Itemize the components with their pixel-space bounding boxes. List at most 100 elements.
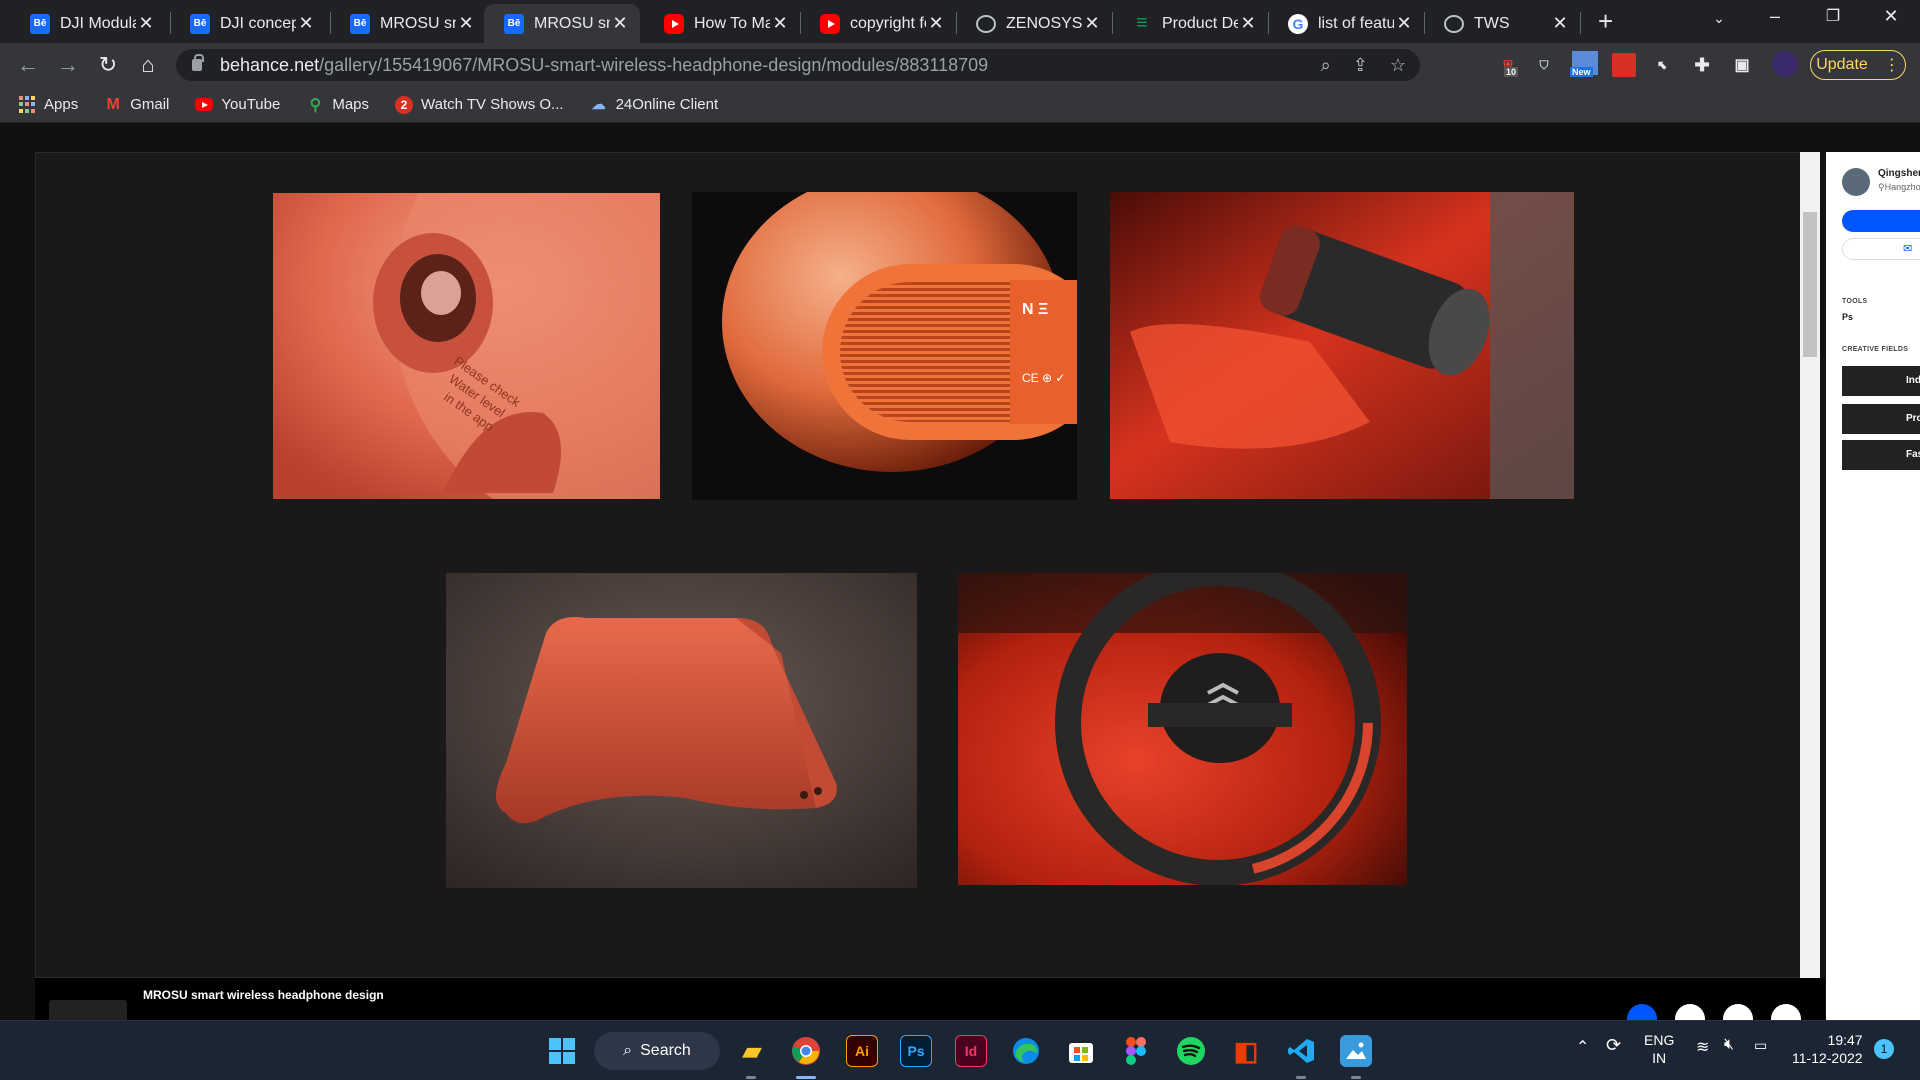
creative-field-industrial[interactable]: Indus — [1842, 366, 1920, 396]
close-icon[interactable]: ✕ — [1082, 13, 1102, 34]
photos-icon[interactable] — [1340, 1035, 1372, 1067]
home-button[interactable]: ⌂ — [134, 51, 162, 79]
reload-button[interactable]: ↻ — [94, 51, 122, 79]
clock[interactable]: 19:47 11-12-2022 — [1792, 1031, 1863, 1067]
file-explorer-icon[interactable]: ▰ — [736, 1035, 768, 1067]
restore-button[interactable]: ❐ — [1810, 6, 1856, 26]
bookmark-maps[interactable]: ⚲ Maps — [306, 96, 369, 114]
scrollbar-thumb[interactable] — [1803, 212, 1817, 357]
close-icon[interactable]: ✕ — [1238, 13, 1258, 34]
tab-product-de[interactable]: ≡ Product De ✕ — [1112, 4, 1268, 43]
cursor-extension-icon[interactable]: ⬉ — [1650, 53, 1674, 77]
appreciate-button[interactable] — [1627, 1004, 1657, 1020]
zoom-icon[interactable]: ⌕ — [1321, 55, 1331, 76]
close-icon[interactable]: ✕ — [1550, 13, 1570, 34]
project-title[interactable]: MROSU smart wireless headphone design — [143, 988, 384, 1002]
address-bar[interactable]: behance.net/gallery/155419067/MROSU-smar… — [176, 49, 1420, 81]
save-button[interactable] — [1675, 1004, 1705, 1020]
share-icon[interactable]: ⇪ — [1353, 55, 1368, 76]
speaker-port-closeup-image[interactable]: Please check Water level in the app — [273, 193, 660, 499]
office-icon[interactable]: ◧ — [1230, 1035, 1262, 1067]
chrome-icon[interactable] — [790, 1035, 822, 1067]
tool-photoshop[interactable]: Ps — [1842, 312, 1853, 322]
message-button[interactable]: ✉ — [1842, 238, 1920, 260]
windows-start-icon[interactable] — [546, 1035, 578, 1067]
notification-badge[interactable]: 1 — [1874, 1039, 1894, 1059]
battery-icon[interactable]: ▭ — [1754, 1037, 1767, 1054]
update-button[interactable]: Update ⋮ — [1810, 50, 1906, 80]
red-extension-icon[interactable] — [1612, 53, 1636, 77]
tab-list-of-features[interactable]: G list of featu ✕ — [1268, 4, 1424, 43]
microsoft-store-icon[interactable] — [1065, 1035, 1097, 1067]
language-indicator[interactable]: ENG IN — [1644, 1031, 1674, 1067]
bookmark-label: Watch TV Shows O... — [421, 96, 564, 113]
apps-grid-icon — [18, 95, 36, 114]
new-tab-button[interactable]: + — [1598, 6, 1613, 37]
bookmark-gmail[interactable]: M Gmail — [104, 96, 170, 114]
tab-search-chevron-icon[interactable]: ⌄ — [1696, 10, 1742, 27]
shield-extension-icon[interactable]: ⛉ — [1532, 53, 1556, 77]
ublock-extension-icon[interactable]: ⛨ 10 — [1496, 53, 1520, 77]
fabric-speaker-render-image[interactable] — [446, 573, 917, 888]
vscode-icon[interactable] — [1285, 1035, 1317, 1067]
minimize-button[interactable]: – — [1752, 6, 1798, 27]
side-panel-icon[interactable]: ▣ — [1730, 53, 1754, 77]
bookmark-apps[interactable]: Apps — [18, 95, 78, 114]
news-extension-icon[interactable]: New — [1570, 51, 1598, 77]
close-icon[interactable]: ✕ — [456, 13, 476, 34]
close-icon[interactable]: ✕ — [136, 13, 156, 34]
citroen-steering-wheel-image[interactable] — [958, 573, 1407, 885]
bookmark-watch-tv[interactable]: 2 Watch TV Shows O... — [395, 95, 564, 114]
bookmark-youtube[interactable]: YouTube — [195, 96, 280, 113]
close-icon[interactable]: ✕ — [1394, 13, 1414, 34]
indesign-icon[interactable]: Id — [955, 1035, 987, 1067]
figma-icon[interactable] — [1120, 1035, 1152, 1067]
speaker-grille-closeup-image[interactable]: N Ξ CE ⊕ ✓ — [692, 192, 1077, 500]
close-icon[interactable]: ✕ — [610, 13, 630, 34]
youtube-icon — [664, 13, 684, 34]
tab-how-to-make[interactable]: How To Ma ✕ — [644, 4, 800, 43]
more-button[interactable] — [1771, 1004, 1801, 1020]
creative-field-product[interactable]: Prod — [1842, 404, 1920, 434]
share-button[interactable] — [1723, 1004, 1753, 1020]
spotify-icon[interactable] — [1175, 1035, 1207, 1067]
owner-location-text: Hangzho — [1884, 182, 1920, 192]
tray-overflow-chevron-icon[interactable]: ⌃ — [1576, 1037, 1589, 1057]
behance-icon: Bē — [190, 13, 210, 34]
page-scrollbar[interactable] — [1800, 152, 1820, 978]
project-thumbnail[interactable] — [49, 1000, 127, 1020]
tab-mrosu-1[interactable]: Bē MROSU sm ✕ — [330, 4, 486, 43]
lock-icon[interactable] — [192, 54, 204, 71]
close-icon[interactable]: ✕ — [296, 13, 316, 34]
taskbar-search[interactable]: ⌕ Search — [594, 1032, 720, 1070]
follow-button[interactable] — [1842, 210, 1920, 232]
owner-name[interactable]: Qingshen — [1878, 168, 1920, 179]
tab-mrosu-active[interactable]: Bē MROSU sm ✕ — [484, 4, 640, 43]
edge-icon[interactable] — [1010, 1035, 1042, 1067]
forward-button[interactable]: → — [54, 51, 82, 79]
sync-icon[interactable]: ⟳ — [1606, 1035, 1621, 1056]
mail-icon: ✉ — [1903, 243, 1913, 255]
wifi-icon[interactable]: ≋ — [1696, 1037, 1709, 1057]
tab-zenosys[interactable]: ZENOSYS ✕ — [956, 4, 1112, 43]
profile-avatar[interactable] — [1772, 51, 1798, 77]
bookmark-star-icon[interactable]: ☆ — [1390, 55, 1406, 76]
illustrator-icon[interactable]: Ai — [846, 1035, 878, 1067]
watch-tv-icon: 2 — [395, 95, 414, 114]
close-icon[interactable]: ✕ — [926, 13, 946, 34]
owner-avatar[interactable] — [1842, 168, 1870, 196]
close-icon[interactable]: ✕ — [770, 13, 790, 34]
photoshop-icon[interactable]: Ps — [900, 1035, 932, 1067]
bookmark-24online[interactable]: ☁ 24Online Client — [590, 96, 719, 114]
back-button[interactable]: ← — [14, 51, 42, 79]
tab-dji-concept[interactable]: Bē DJI concept ✕ — [170, 4, 326, 43]
tab-copyright[interactable]: copyright fo ✕ — [800, 4, 956, 43]
speaker-muted-icon[interactable]: 🔇︎ — [1724, 1036, 1734, 1054]
tab-dji-modular[interactable]: Bē DJI Modular ✕ — [10, 4, 166, 43]
close-window-button[interactable]: ✕ — [1868, 6, 1914, 27]
more-menu-icon[interactable]: ⋮ — [1884, 55, 1900, 75]
creative-field-fashion[interactable]: Fash — [1842, 440, 1920, 470]
speaker-in-car-cupholder-image[interactable] — [1110, 192, 1574, 499]
puzzle-extensions-icon[interactable]: ✚ — [1690, 53, 1714, 77]
tab-tws[interactable]: TWS ✕ — [1424, 4, 1580, 43]
